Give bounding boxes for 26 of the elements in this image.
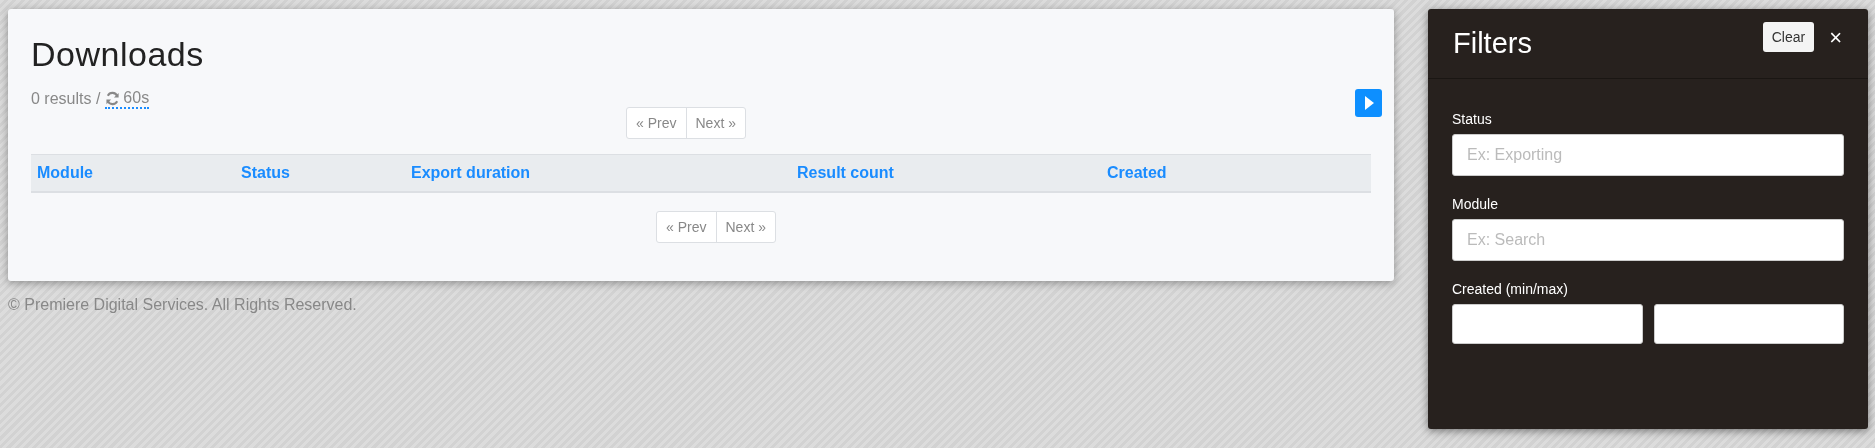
column-header[interactable]: Result count: [797, 164, 1107, 182]
results-count: 0 results /: [31, 90, 101, 108]
field-label: Created (min/max): [1452, 281, 1569, 297]
column-header[interactable]: Export duration: [411, 164, 797, 182]
filter-input[interactable]: Ex: Exporting: [1452, 134, 1844, 176]
panel-title: Filters: [1453, 27, 1533, 60]
play-icon: [1362, 95, 1375, 111]
refresh-link[interactable]: 60s: [105, 89, 150, 109]
max-input[interactable]: [1653, 304, 1844, 344]
prev-button[interactable]: « Prev: [627, 108, 686, 138]
close-button[interactable]: ×: [1827, 24, 1844, 51]
next-button[interactable]: Next »: [685, 108, 745, 138]
clear-button[interactable]: Clear: [1762, 21, 1815, 52]
next-button[interactable]: Next »: [715, 212, 775, 242]
filter-input[interactable]: Ex: Search: [1452, 219, 1844, 261]
page-title: Downloads: [31, 34, 205, 75]
min-input[interactable]: [1452, 304, 1643, 344]
copyright-text: © Premiere Digital Services. All Rights Reserved.: [8, 296, 358, 314]
prev-button[interactable]: « Prev: [657, 212, 716, 242]
refresh-icon: [105, 90, 121, 106]
column-header[interactable]: Status: [241, 164, 411, 182]
column-header[interactable]: Module: [37, 164, 241, 182]
column-header[interactable]: Created: [1107, 164, 1371, 182]
play-button[interactable]: [1355, 89, 1382, 117]
field-label: Status: [1452, 111, 1493, 127]
field-label: Module: [1452, 196, 1499, 212]
